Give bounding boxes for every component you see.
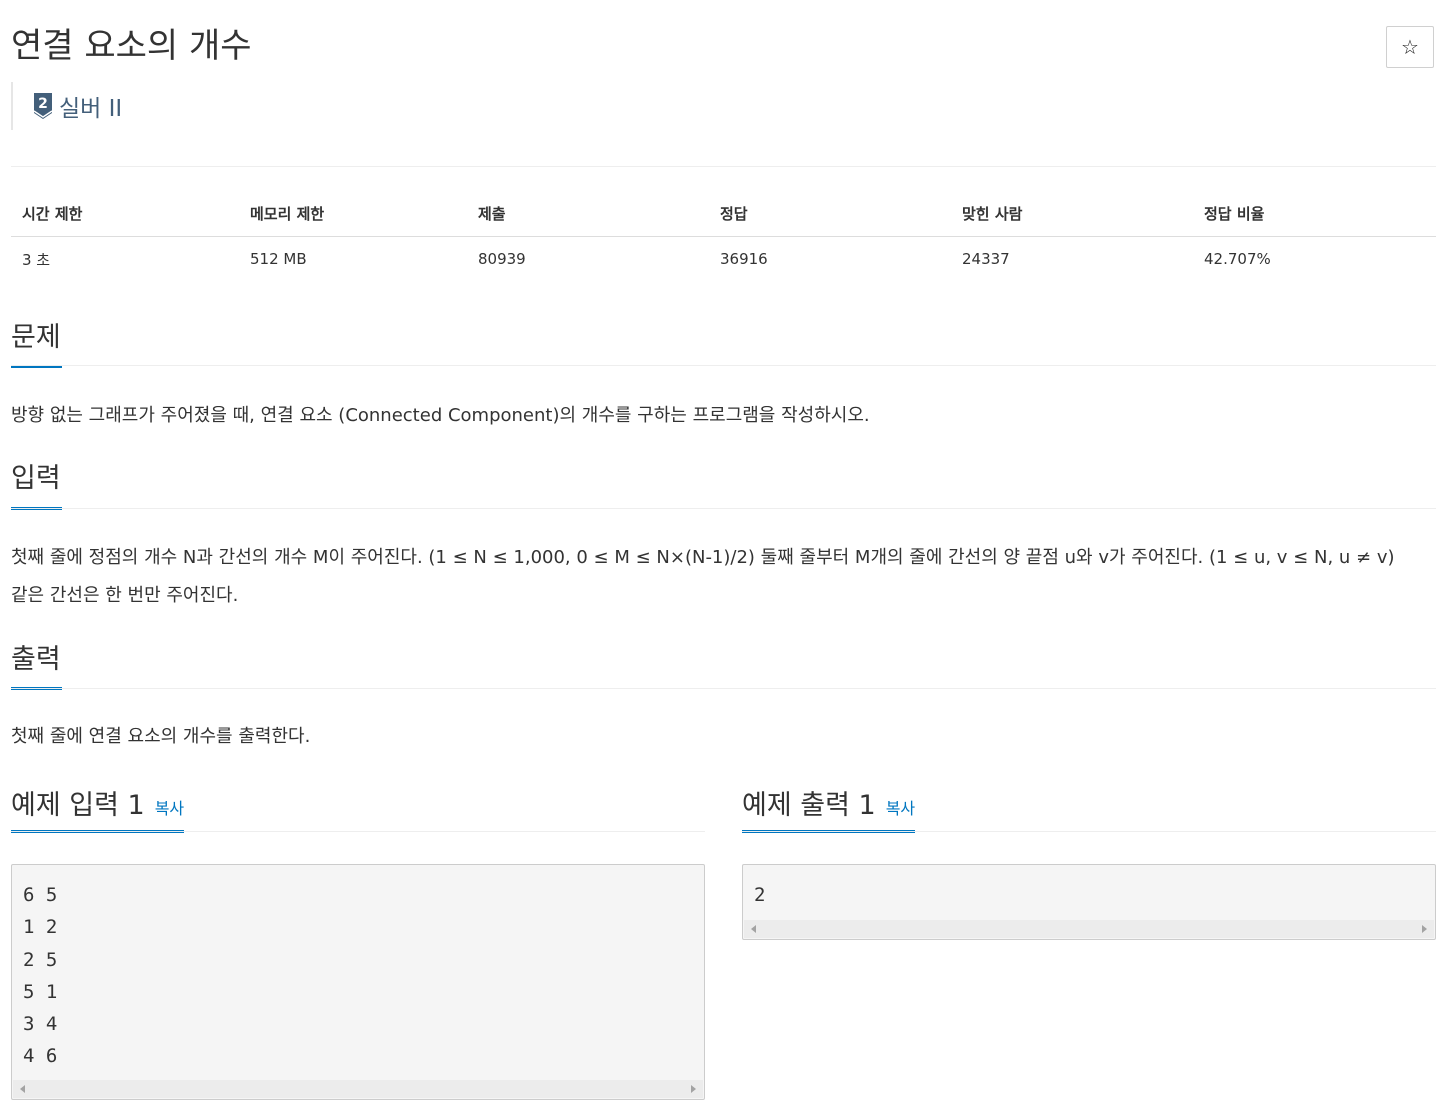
sample-output-lines: 2 [743, 865, 1435, 911]
sample-output-heading: 예제 출력 1 복사 [742, 786, 915, 829]
sample-line: 5 1 [23, 980, 58, 1003]
divider [11, 688, 1436, 689]
sample-input-title: 예제 입력 1 [11, 790, 145, 821]
horizontal-scrollbar[interactable] [744, 920, 1434, 938]
copy-sample-output-link[interactable]: 복사 [886, 789, 915, 829]
sample-line: 6 5 [23, 884, 58, 906]
problem-description: 방향 없는 그래프가 주어졌을 때, 연결 요소 (Connected Comp… [11, 405, 870, 426]
sample-line: 1 2 [23, 916, 58, 939]
header-accept-ratio: 정답 비율 [1204, 204, 1265, 223]
value-submissions: 80939 [478, 250, 526, 268]
scroll-left-arrow-icon[interactable] [751, 925, 756, 933]
output-description: 첫째 줄에 연결 요소의 개수를 출력한다. [11, 726, 311, 747]
header-accepted: 정답 [720, 204, 748, 223]
horizontal-scrollbar[interactable] [13, 1080, 703, 1098]
divider [742, 831, 1436, 832]
tier-label: 실버 II [59, 96, 123, 122]
scroll-left-arrow-icon[interactable] [20, 1085, 25, 1093]
value-solved-users: 24337 [962, 250, 1010, 268]
tier-indicator: 2 실버 II [11, 82, 122, 130]
problem-title: 연결 요소의 개수 [11, 26, 252, 66]
header-memory-limit: 메모리 제한 [250, 204, 325, 223]
value-accepted: 36916 [720, 250, 768, 268]
header-submissions: 제출 [478, 204, 506, 223]
value-memory-limit: 512 MB [250, 250, 307, 268]
header-solved-users: 맞힌 사람 [962, 204, 1023, 223]
scroll-right-arrow-icon[interactable] [691, 1085, 696, 1093]
sample-input-box[interactable]: 6 5 1 2 2 5 5 1 3 4 4 6 [11, 864, 705, 1100]
tier-badge-number: 2 [38, 96, 48, 112]
section-heading-problem: 문제 [11, 322, 61, 353]
header-time-limit: 시간 제한 [22, 204, 83, 223]
sample-input-heading: 예제 입력 1 복사 [11, 786, 184, 829]
section-heading-input: 입력 [11, 463, 61, 494]
sample-line: 3 4 [23, 1013, 58, 1036]
value-time-limit: 3 초 [22, 250, 51, 269]
copy-sample-input-link[interactable]: 복사 [155, 789, 184, 829]
divider [11, 166, 1436, 167]
sample-line: 4 6 [23, 1045, 58, 1068]
divider [11, 831, 705, 832]
value-accept-ratio: 42.707% [1204, 250, 1271, 268]
sample-line: 2 5 [23, 948, 58, 971]
problem-info-table: 시간 제한 메모리 제한 제출 정답 맞힌 사람 정답 비율 3 초 512 M… [11, 190, 1436, 281]
sample-output-title: 예제 출력 1 [742, 790, 876, 821]
sample-input-lines: 6 5 1 2 2 5 5 1 3 4 4 6 [12, 865, 704, 1073]
silver-tier-badge-icon: 2 [33, 93, 53, 119]
sample-output-box[interactable]: 2 [742, 864, 1436, 940]
input-description: 첫째 줄에 정점의 개수 N과 간선의 개수 M이 주어진다. (1 ≤ N ≤… [11, 547, 1395, 606]
scroll-right-arrow-icon[interactable] [1422, 925, 1427, 933]
info-table-header-row: 시간 제한 메모리 제한 제출 정답 맞힌 사람 정답 비율 [11, 190, 1436, 237]
sample-line: 2 [754, 884, 766, 906]
favorite-star-button[interactable]: ☆ [1386, 26, 1434, 68]
info-table-row: 3 초 512 MB 80939 36916 24337 42.707% [11, 237, 1436, 281]
divider [11, 365, 1436, 366]
section-heading-output: 출력 [11, 644, 61, 675]
divider [11, 508, 1436, 509]
star-icon: ☆ [1401, 35, 1419, 59]
